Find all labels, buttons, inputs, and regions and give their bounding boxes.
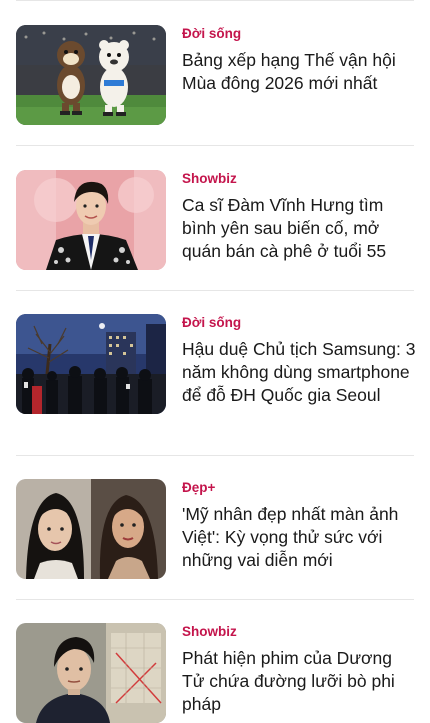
article-item-3[interactable]: Đời sống Hậu duệ Chủ tịch Samsung: 3 năm… — [16, 314, 416, 414]
article-item-5[interactable]: Showbiz Phát hiện phim của Dương Tử chứa… — [16, 623, 414, 723]
singer-portrait-image[interactable] — [16, 170, 166, 270]
article-category[interactable]: Đẹp+ — [182, 479, 416, 497]
article-title[interactable]: Bảng xếp hạng Thế vận hội Mùa đông 2026 … — [182, 49, 416, 95]
actress-then-now-photo — [16, 479, 166, 579]
night-street-crowd-photo — [16, 314, 166, 414]
article-meta: Đẹp+ 'Mỹ nhân đẹp nhất màn ảnh Việt': Kỳ… — [182, 479, 416, 572]
article-category[interactable]: Showbiz — [182, 623, 416, 641]
olympic-mascots-image[interactable] — [16, 25, 166, 125]
article-title[interactable]: Hậu duệ Chủ tịch Samsung: 3 năm không dù… — [182, 338, 416, 407]
article-divider — [16, 455, 414, 456]
article-divider — [16, 145, 414, 146]
article-meta: Đời sống Hậu duệ Chủ tịch Samsung: 3 năm… — [182, 314, 416, 407]
article-meta: Showbiz Phát hiện phim của Dương Tử chứa… — [182, 623, 416, 716]
article-item-2[interactable]: Showbiz Ca sĩ Đàm Vĩnh Hưng tìm bình yên… — [16, 170, 414, 270]
top-divider — [16, 0, 414, 1]
article-divider — [16, 290, 414, 291]
actress-then-now-image[interactable] — [16, 479, 166, 579]
film-still-actress-image[interactable] — [16, 623, 166, 723]
singer-portrait-photo — [16, 170, 166, 270]
night-street-crowd-image[interactable] — [16, 314, 166, 414]
olympic-mascots-photo — [16, 25, 166, 125]
article-category[interactable]: Showbiz — [182, 170, 416, 188]
article-meta: Showbiz Ca sĩ Đàm Vĩnh Hưng tìm bình yên… — [182, 170, 416, 263]
article-meta: Đời sống Bảng xếp hạng Thế vận hội Mùa đ… — [182, 25, 416, 95]
article-divider — [16, 599, 414, 600]
article-item-1[interactable]: Đời sống Bảng xếp hạng Thế vận hội Mùa đ… — [16, 25, 414, 125]
article-title[interactable]: Phát hiện phim của Dương Tử chứa đường l… — [182, 647, 416, 716]
article-title[interactable]: 'Mỹ nhân đẹp nhất màn ảnh Việt': Kỳ vọng… — [182, 503, 416, 572]
article-category[interactable]: Đời sống — [182, 314, 416, 332]
article-category[interactable]: Đời sống — [182, 25, 416, 43]
article-title[interactable]: Ca sĩ Đàm Vĩnh Hưng tìm bình yên sau biế… — [182, 194, 416, 263]
article-item-4[interactable]: Đẹp+ 'Mỹ nhân đẹp nhất màn ảnh Việt': Kỳ… — [16, 479, 414, 579]
film-still-actress-photo — [16, 623, 166, 723]
